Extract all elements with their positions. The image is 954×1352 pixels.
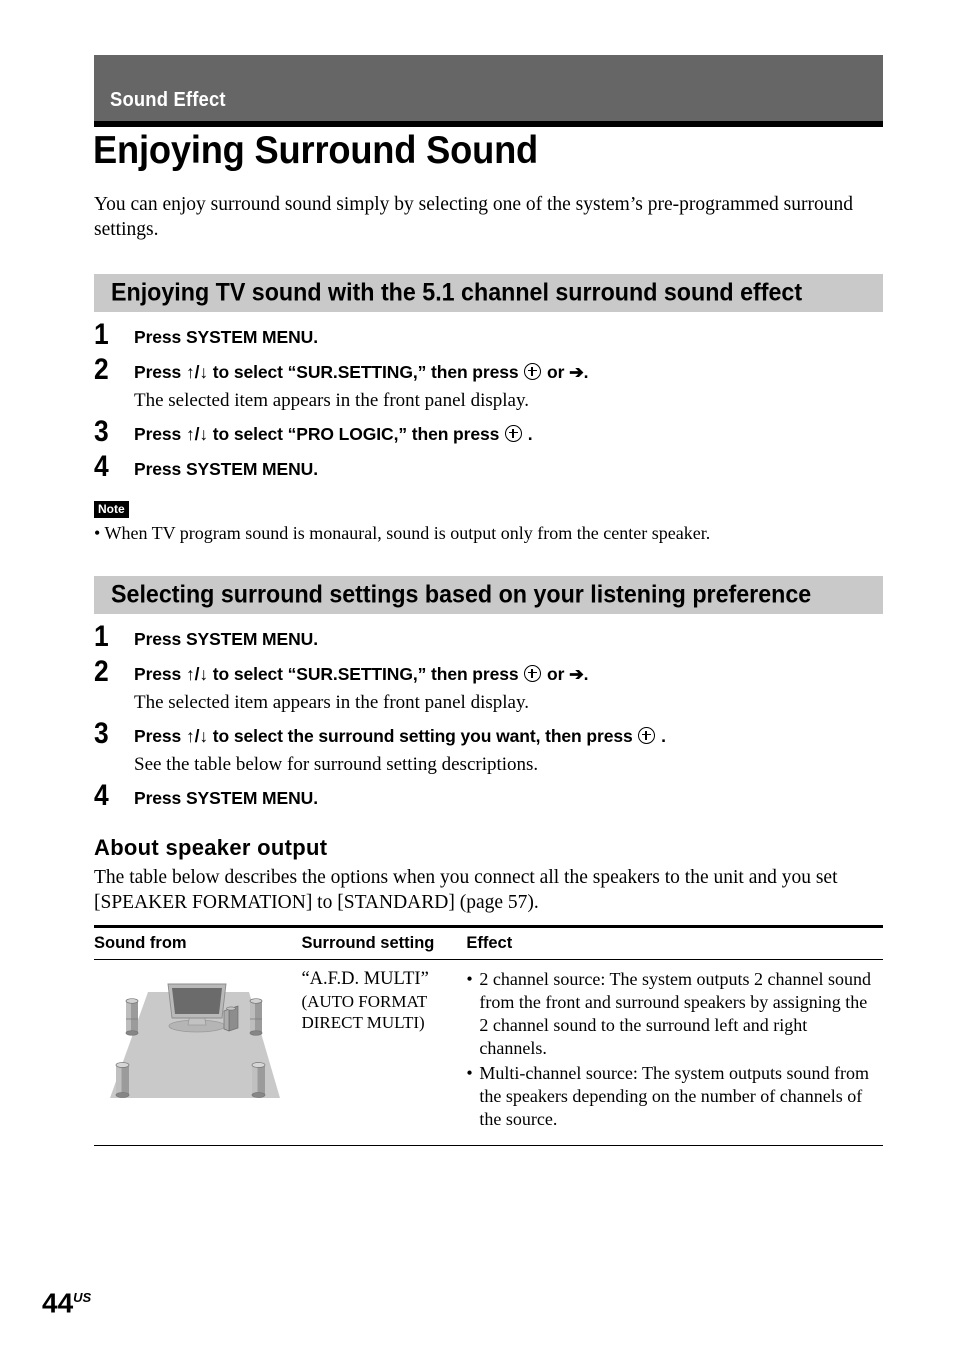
effect-list: 2 channel source: The system outputs 2 c… (466, 968, 875, 1131)
step-item: 3 Press ↑/↓ to select the surround setti… (94, 719, 884, 777)
step-title: Press ↑/↓ to select “SUR.SETTING,” then … (134, 361, 884, 383)
effect-item: Multi-channel source: The system outputs… (466, 1062, 875, 1131)
enter-button-icon (524, 363, 542, 380)
step-title: Press SYSTEM MENU. (134, 787, 884, 809)
step-title: Press SYSTEM MENU. (134, 628, 884, 650)
table-header-effect: Effect (466, 926, 883, 960)
section-heading-label-1: Enjoying TV sound with the 5.1 channel s… (111, 278, 803, 307)
step-title: Press SYSTEM MENU. (134, 458, 884, 480)
surround-settings-table: Sound from Surround setting Effect “A.F.… (94, 925, 883, 1146)
surround-room-diagram-icon (110, 983, 280, 1098)
step-item: 4 Press SYSTEM MENU. (94, 781, 884, 811)
page-number-value: 44 (42, 1287, 74, 1319)
step-title-text-post: or ➔. (547, 664, 589, 684)
step-number: 1 (94, 318, 109, 351)
step-title-text-post: . (661, 726, 666, 746)
step-title-text: Press SYSTEM MENU. (134, 327, 318, 347)
step-title-text: Press ↑/↓ to select “PRO LOGIC,” then pr… (134, 424, 500, 444)
surround-setting-name: “A.F.D. MULTI” (301, 969, 429, 989)
note-badge: Note (94, 501, 129, 518)
step-item: 1 Press SYSTEM MENU. (94, 622, 884, 652)
note-block: Note • When TV program sound is monaural… (94, 500, 874, 545)
enter-button-icon (505, 425, 523, 442)
intro-paragraph: You can enjoy surround sound simply by s… (94, 194, 853, 240)
step-title: Press ↑/↓ to select the surround setting… (134, 725, 884, 747)
step-list-1: 1 Press SYSTEM MENU. 2 Press ↑/↓ to sele… (94, 320, 884, 482)
about-speaker-output-heading: About speaker output (94, 835, 328, 860)
about-speaker-output-text: The table below describes the options wh… (94, 867, 838, 913)
step-title-text-post: or ➔. (547, 362, 589, 382)
step-item: 2 Press ↑/↓ to select “SUR.SETTING,” the… (94, 355, 884, 413)
enter-button-icon (638, 727, 656, 744)
chapter-header-band: Sound Effect (94, 55, 883, 121)
step-number: 2 (94, 353, 109, 386)
step-number: 3 (94, 717, 109, 750)
page-number-region: US (73, 1290, 92, 1305)
step-item: 1 Press SYSTEM MENU. (94, 320, 884, 350)
note-text: • When TV program sound is monaural, sou… (94, 523, 711, 543)
table-row: “A.F.D. MULTI” (AUTO FORMAT DIRECT MULTI… (94, 959, 883, 1146)
step-number: 4 (94, 779, 109, 812)
chapter-label: Sound Effect (110, 89, 226, 111)
step-list-2: 1 Press SYSTEM MENU. 2 Press ↑/↓ to sele… (94, 622, 884, 811)
step-title-text-post: . (527, 424, 533, 444)
step-title-text: Press ↑/↓ to select “SUR.SETTING,” then … (134, 664, 519, 684)
step-description: The selected item appears in the front p… (134, 390, 529, 411)
chapter-rule (94, 121, 883, 127)
step-number: 4 (94, 450, 109, 483)
table-header-row: Sound from Surround setting Effect (94, 926, 883, 960)
table-cell-sound-from (94, 959, 302, 1146)
step-title: Press SYSTEM MENU. (134, 326, 884, 348)
step-title: Press ↑/↓ to select “PRO LOGIC,” then pr… (134, 423, 884, 445)
surround-setting-expansion: (AUTO FORMAT DIRECT MULTI) (301, 992, 427, 1032)
step-number: 3 (94, 415, 109, 448)
step-title-text: Press SYSTEM MENU. (134, 629, 318, 649)
step-title-text: Press ↑/↓ to select “SUR.SETTING,” then … (134, 362, 519, 382)
step-number: 2 (94, 655, 109, 688)
page-number: 44US (42, 1284, 91, 1317)
document-page: Sound Effect Enjoying Surround Sound You… (0, 0, 954, 1352)
table-header-sound-from: Sound from (94, 926, 302, 960)
step-description: See the table below for surround setting… (134, 754, 539, 775)
step-description: The selected item appears in the front p… (134, 692, 529, 713)
step-item: 4 Press SYSTEM MENU. (94, 452, 884, 482)
table-cell-surround-setting: “A.F.D. MULTI” (AUTO FORMAT DIRECT MULTI… (301, 959, 467, 1146)
section-heading-bar-2: Selecting surround settings based on you… (94, 576, 883, 614)
table-cell-effect: 2 channel source: The system outputs 2 c… (466, 959, 883, 1146)
page-title: Enjoying Surround Sound (93, 129, 539, 172)
step-item: 3 Press ↑/↓ to select “PRO LOGIC,” then … (94, 417, 884, 447)
enter-button-icon (524, 665, 542, 682)
step-title: Press ↑/↓ to select “SUR.SETTING,” then … (134, 663, 884, 685)
step-title-text: Press ↑/↓ to select the surround setting… (134, 726, 633, 746)
step-number: 1 (94, 620, 109, 653)
section-heading-bar-1: Enjoying TV sound with the 5.1 channel s… (94, 274, 883, 312)
section-heading-label-2: Selecting surround settings based on you… (111, 580, 812, 609)
effect-item: 2 channel source: The system outputs 2 c… (466, 968, 875, 1060)
step-item: 2 Press ↑/↓ to select “SUR.SETTING,” the… (94, 657, 884, 715)
step-title-text: Press SYSTEM MENU. (134, 459, 318, 479)
step-title-text: Press SYSTEM MENU. (134, 788, 318, 808)
table-header-surround-setting: Surround setting (301, 926, 467, 960)
